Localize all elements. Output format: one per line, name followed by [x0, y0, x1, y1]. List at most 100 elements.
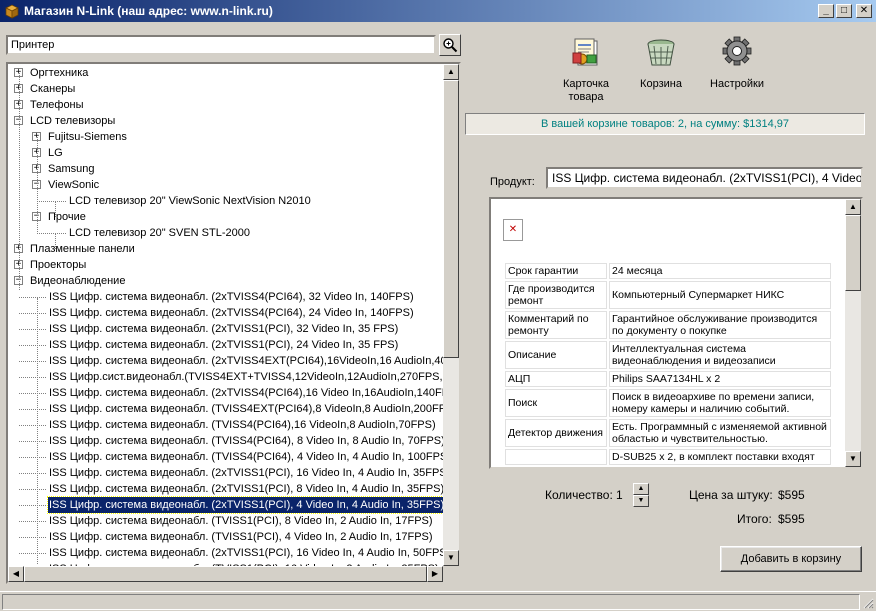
tree-item-label: LCD телевизор 20" ViewSonic NextVision N…: [69, 195, 311, 207]
tree-connector: [19, 377, 46, 378]
spec-row: Описание Интеллектуальная система видеона…: [505, 341, 831, 369]
tree-connector: [55, 234, 56, 249]
increment-button[interactable]: ▲: [633, 483, 649, 495]
scroll-thumb[interactable]: [24, 566, 427, 582]
search-button[interactable]: [439, 34, 461, 56]
title-bar[interactable]: Магазин N-Link (наш адрес: www.n-link.ru…: [0, 0, 876, 22]
tree-item-label: ISS Цифр. система видеонабл. (TVISS4(PCI…: [49, 451, 451, 463]
tree-item-label: ISS Цифр. система видеонабл. (2xTVISS1(P…: [49, 339, 399, 351]
gear-icon: [722, 36, 752, 66]
tree-vertical-scrollbar[interactable]: ▲ ▼: [443, 64, 459, 566]
settings-label: Настройки: [710, 78, 764, 90]
scroll-down-button[interactable]: ▼: [845, 451, 861, 467]
search-input[interactable]: [6, 35, 436, 55]
category-tree[interactable]: + Оргтехника + Сканеры + Телефоны − LCD телевиз…: [6, 62, 461, 584]
scroll-down-button[interactable]: ▼: [443, 550, 459, 566]
tree-connector: [19, 457, 46, 458]
scroll-up-button[interactable]: ▲: [845, 199, 861, 215]
product-card-label-line1: Карточка: [562, 78, 610, 90]
unit-price-label: Цена за штуку:: [689, 488, 773, 502]
tree-connector: [55, 202, 56, 217]
tree-item-label: Видеонаблюдение: [30, 275, 126, 287]
decrement-button[interactable]: ▼: [633, 495, 649, 507]
product-details-panel[interactable]: ✕ Срок гарантии 24 месяца Где производится…: [489, 197, 863, 469]
spec-row: D-SUB25 x 2, в комплект поставки входят: [505, 449, 831, 465]
settings-button[interactable]: Настройки: [706, 36, 768, 91]
scroll-right-button[interactable]: ▶: [427, 566, 443, 582]
product-label: Продукт:: [490, 176, 535, 188]
tree-connector: [19, 553, 46, 554]
tree-connector: [19, 73, 20, 290]
tree-item-label: ISS Цифр. система видеонабл. (TVISS4(PCI…: [49, 419, 436, 431]
resize-grip-icon[interactable]: [862, 597, 874, 609]
tree-item-label: ISS Цифр. система видеонабл. (TVISS4EXT(…: [49, 403, 454, 415]
quantity-stepper[interactable]: ▲ ▼: [633, 483, 649, 507]
tree-item-label: Fujitsu-Siemens: [48, 131, 127, 143]
tree-item-label: ISS Цифр.сист.видеонабл.(TVISS4EXT+TVISS…: [49, 371, 458, 383]
product-select[interactable]: ISS Цифр. система видеонабл. (2xTVISS1(P…: [546, 167, 863, 189]
quantity-value[interactable]: 1: [616, 488, 623, 502]
tree-item-label: ISS Цифр. система видеонабл. (TVISS4(PCI…: [49, 435, 445, 447]
tree-item-label: ISS Цифр. система видеонабл. (TVISS1(PCI…: [49, 515, 433, 527]
cart-status: В вашей корзине товаров: 2, на сумму: $1…: [465, 113, 865, 135]
status-panel: [2, 594, 860, 610]
spec-row: Детектор движения Есть. Программный с изм…: [505, 419, 831, 447]
spec-table: Срок гарантии 24 месяца Где производится р…: [503, 261, 833, 467]
tree-connector: [19, 361, 46, 362]
spec-key: Где производится ремонт: [505, 281, 607, 309]
add-to-cart-button[interactable]: Добавить в корзину: [720, 546, 862, 572]
spec-value: Philips SAA7134HL x 2: [609, 371, 831, 387]
spec-value: Есть. Программный с изменяемой активной …: [609, 419, 831, 447]
spec-value: 24 месяца: [609, 263, 831, 279]
scroll-thumb[interactable]: [845, 215, 861, 291]
spec-key: Описание: [505, 341, 607, 369]
tree-connector: [37, 298, 38, 564]
spec-value: Поиск в видеоархиве по времени записи, н…: [609, 389, 831, 417]
spec-value: Гарантийное обслуживание производится по…: [609, 311, 831, 339]
tree-connector: [37, 201, 66, 202]
tree-connector: [19, 537, 46, 538]
spec-key: АЦП: [505, 371, 607, 387]
tree-connector: [19, 473, 46, 474]
spec-value: Интеллектуальная система видеонаблюдения…: [609, 341, 831, 369]
status-bar: [0, 591, 876, 611]
tree-connector: [19, 313, 46, 314]
tree-item-label: Сканеры: [30, 83, 76, 95]
broken-image-icon: ✕: [503, 219, 523, 241]
tree-connector: [19, 441, 46, 442]
maximize-button[interactable]: □: [836, 4, 852, 18]
tree-item-label: Телефоны: [30, 99, 84, 111]
tree-item-label: ISS Цифр. система видеонабл. (2xTVISS1(P…: [49, 483, 445, 495]
tree-item-label: ISS Цифр. система видеонабл. (2xTVISS1(P…: [49, 323, 399, 335]
minimize-button[interactable]: _: [818, 4, 834, 18]
tree-connector: [19, 297, 46, 298]
tree-horizontal-scrollbar[interactable]: ◀ ▶: [8, 566, 443, 582]
total-label: Итого:: [737, 512, 772, 526]
tree-item-label: ISS Цифр. система видеонабл. (2xTVISS4(P…: [49, 387, 450, 399]
cart-label: Корзина: [640, 78, 682, 90]
tree-connector: [19, 425, 46, 426]
close-button[interactable]: ✕: [856, 4, 872, 18]
spec-row: Поиск Поиск в видеоархиве по времени запи…: [505, 389, 831, 417]
scroll-thumb[interactable]: [443, 80, 459, 358]
spec-value: Компьютерный Супермаркет НИКС: [609, 281, 831, 309]
cart-button[interactable]: Корзина: [636, 36, 686, 91]
tree-item-label: ISS Цифр. система видеонабл. (2xTVISS1(P…: [49, 547, 451, 559]
scroll-up-button[interactable]: ▲: [443, 64, 459, 80]
tree-item-label: LG: [48, 147, 63, 159]
spec-key: [505, 449, 607, 465]
tree-connector: [19, 329, 46, 330]
unit-price-value: $595: [778, 488, 805, 502]
quantity-label: Количество:: [545, 488, 613, 502]
product-card-button[interactable]: Карточка товара: [555, 36, 617, 104]
details-vertical-scrollbar[interactable]: ▲ ▼: [845, 199, 861, 467]
scroll-corner: [443, 566, 459, 582]
scroll-left-button[interactable]: ◀: [8, 566, 24, 582]
tree-connector: [19, 345, 46, 346]
tree-connector: [19, 393, 46, 394]
spec-key: Комментарий по ремонту: [505, 311, 607, 339]
spec-row: АЦП Philips SAA7134HL x 2: [505, 371, 831, 387]
tree-item-label: Плазменные панели: [30, 243, 135, 255]
tree-connector: [19, 521, 46, 522]
spec-value: D-SUB25 x 2, в комплект поставки входят: [609, 449, 831, 465]
